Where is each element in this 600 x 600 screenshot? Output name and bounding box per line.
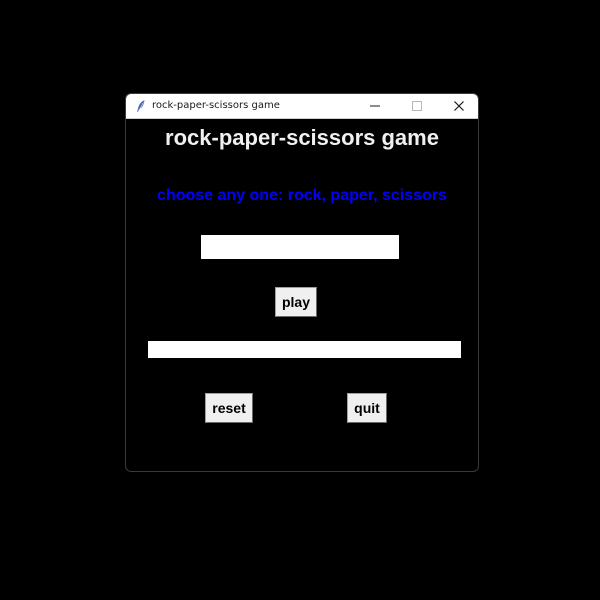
close-icon (454, 101, 464, 111)
choice-input[interactable] (201, 235, 399, 259)
quit-button[interactable]: quit (347, 393, 387, 423)
choice-prompt: choose any one: rock, paper, scissors (157, 187, 447, 204)
result-display (148, 341, 461, 358)
minimize-button[interactable] (355, 94, 395, 118)
maximize-button[interactable] (397, 94, 437, 118)
page-title: rock-paper-scissors game (165, 125, 439, 150)
app-window: rock-paper-scissors game rock-paper-scis… (125, 93, 479, 472)
reset-button[interactable]: reset (205, 393, 253, 423)
window-title: rock-paper-scissors game (152, 100, 280, 111)
title-bar[interactable]: rock-paper-scissors game (126, 94, 478, 119)
feather-icon (134, 99, 148, 113)
maximize-icon (412, 101, 422, 111)
close-button[interactable] (439, 94, 478, 118)
play-button[interactable]: play (275, 287, 317, 317)
minimize-icon (370, 105, 380, 107)
